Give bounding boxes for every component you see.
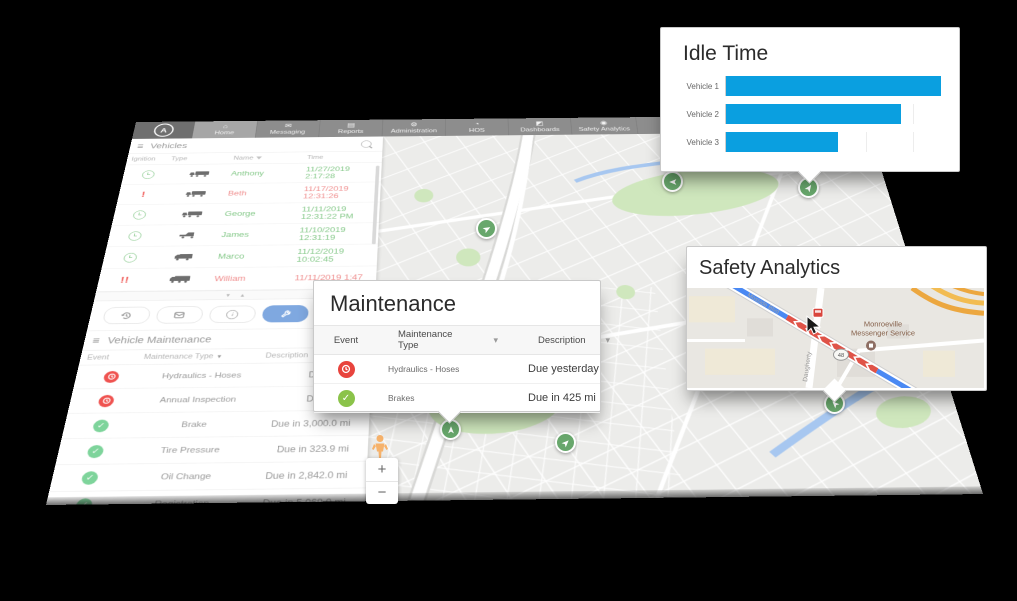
chevron-down-icon: ▾	[226, 292, 230, 299]
maintenance-card-columns: Event Maintenance Type▾ Description▾	[314, 325, 600, 355]
route-shield-number: 48	[838, 353, 844, 359]
dashboard-icon: ◩	[535, 120, 543, 126]
idle-time-card: Idle Time Vehicle 1 Vehicle 2 Vehicle 3	[660, 27, 960, 172]
tab-messaging[interactable]: ✉ Messaging	[256, 120, 321, 138]
pickup-icon	[155, 231, 222, 239]
category-label: Vehicle 2	[671, 110, 725, 119]
poi-label: Messenger Service	[851, 328, 915, 337]
chart-row: Vehicle 1	[671, 76, 945, 96]
envelope-icon: ✉	[285, 123, 293, 129]
report-icon: ▤	[347, 122, 355, 128]
category-label: Vehicle 3	[671, 138, 725, 147]
chart-row: Vehicle 2	[671, 104, 945, 124]
poi-label: Monroeville	[864, 319, 902, 328]
overdue-clock-icon	[97, 395, 115, 407]
maintenance-row[interactable]: ✓ Brake Due in 3,000.0 mi	[61, 410, 369, 439]
alert-icon: !!	[120, 275, 131, 284]
info-button[interactable]: i	[208, 306, 256, 324]
vehicles-panel-title: Vehicles	[150, 140, 362, 150]
vehicle-row[interactable]: ! Beth 11/17/2019 12:31:26	[117, 182, 381, 205]
filter-icon[interactable]	[256, 156, 262, 159]
tab-hos[interactable]: ◔ HOS	[446, 118, 509, 135]
vehicle-row[interactable]: James 11/10/2019 12:31:19	[107, 223, 379, 247]
overdue-clock-icon	[103, 371, 120, 383]
semi-truck-icon	[163, 190, 228, 198]
safety-mini-map[interactable]: Mosside Blvd Daugherty 48 Monroeville Me…	[687, 288, 984, 388]
alert-icon: !	[141, 190, 147, 198]
recent-clock-icon	[122, 253, 137, 263]
semi-truck-icon	[167, 170, 231, 178]
stage: A ⌂ Home ✉ Messaging ▤ Reports ⚙ Adminis…	[0, 0, 1017, 601]
check-icon: ✓	[92, 419, 110, 432]
menu-icon[interactable]: ≡	[91, 335, 100, 346]
vehicle-row[interactable]: George 11/11/2019 12:31:22 PM	[112, 202, 380, 225]
poi-marker[interactable]	[866, 341, 876, 351]
search-icon[interactable]	[361, 140, 372, 147]
gear-icon: ⚙	[410, 122, 418, 128]
maintenance-button[interactable]	[262, 305, 310, 323]
check-icon: ✓	[338, 390, 355, 407]
chart-row: Vehicle 3	[671, 132, 945, 152]
maintenance-card: Maintenance Event Maintenance Type▾ Desc…	[313, 280, 601, 412]
maintenance-row[interactable]: ✓ Tire Pressure Due in 323.9 mi	[55, 436, 368, 466]
vehicle-map-marker[interactable]	[555, 432, 576, 453]
vehicle-map-marker[interactable]	[476, 218, 497, 239]
vehicle-row[interactable]: Marco 11/12/2019 10:02:45	[101, 244, 377, 269]
safety-analytics-card: Safety Analytics	[686, 246, 987, 391]
recent-clock-icon	[127, 231, 142, 240]
app-logo-tab[interactable]: A	[132, 121, 195, 139]
recent-clock-icon	[132, 210, 147, 219]
tab-dashboards[interactable]: ◩ Dashboards	[508, 118, 572, 135]
home-icon: ⌂	[222, 123, 228, 129]
vehicle-row[interactable]: Anthony 11/27/2019 2:17:28	[121, 163, 382, 185]
van-icon	[150, 253, 218, 262]
incident-vehicle-icon[interactable]	[813, 308, 823, 317]
tab-home[interactable]: ⌂ Home	[192, 121, 258, 139]
bar-vehicle-3	[726, 132, 838, 152]
maintenance-card-row: Hydraulics - Hoses Due yesterday	[314, 355, 600, 384]
bar-vehicle-2	[726, 104, 901, 124]
check-icon: ✓	[86, 445, 104, 458]
tab-administration[interactable]: ⚙ Administration	[382, 119, 445, 136]
maintenance-row[interactable]: ✓ Oil Change Due in 2,842.0 mi	[49, 462, 367, 492]
category-label: Vehicle 1	[671, 82, 725, 91]
idle-time-bar-chart: Vehicle 1 Vehicle 2 Vehicle 3	[671, 76, 945, 152]
overdue-clock-icon	[338, 361, 355, 378]
messages-button[interactable]	[155, 306, 204, 324]
history-button[interactable]	[102, 307, 151, 325]
map-zoom-control: + −	[366, 458, 398, 504]
menu-icon[interactable]: ≡	[136, 142, 144, 150]
tab-reports[interactable]: ▤ Reports	[319, 120, 383, 138]
maintenance-card-title: Maintenance	[330, 291, 600, 317]
idle-time-card-title: Idle Time	[683, 42, 959, 66]
tab-safety-analytics[interactable]: ◉ Safety Analytics	[571, 117, 639, 134]
chevron-up-icon: ▴	[240, 292, 244, 299]
sort-caret-icon[interactable]: ▾	[596, 335, 621, 346]
info-icon: i	[226, 310, 239, 319]
safety-analytics-card-title: Safety Analytics	[699, 257, 986, 280]
app-logo-icon: A	[153, 123, 175, 136]
semi-truck-icon	[159, 210, 225, 218]
sort-caret-icon[interactable]: ▾	[483, 335, 508, 346]
clock-icon: ◔	[474, 121, 479, 127]
check-icon: ✓	[81, 471, 100, 485]
analytics-icon: ◉	[600, 120, 608, 126]
ignition-on-icon	[141, 170, 155, 179]
sort-caret-icon[interactable]: ▾	[217, 353, 222, 360]
bar-vehicle-1	[726, 76, 941, 96]
zoom-in-button[interactable]: +	[366, 458, 398, 482]
zoom-out-button[interactable]: −	[366, 482, 398, 505]
vehicle-map-marker[interactable]	[662, 171, 683, 192]
box-truck-icon	[146, 275, 215, 284]
